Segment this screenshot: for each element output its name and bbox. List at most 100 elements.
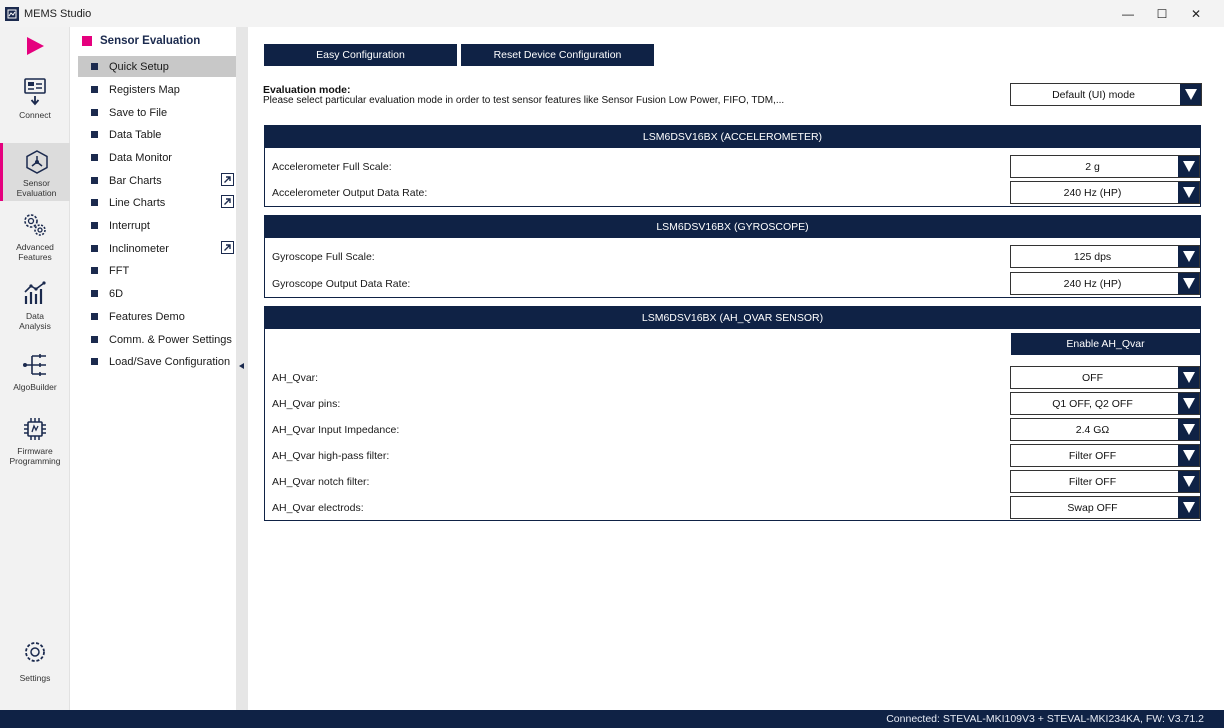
menu-item-interrupt[interactable]: Interrupt [78,215,236,236]
rail-item-firmware-programming[interactable]: Firmware Programming [0,415,70,475]
gyro-odr-dropdown[interactable]: 240 Hz (HP) [1010,272,1200,295]
dropdown-value: OFF [1082,371,1103,384]
rail-item-algobuilder[interactable]: AlgoBuilder [0,351,70,399]
chevron-down-icon[interactable] [1178,246,1199,267]
gear-icon [25,642,45,662]
menu-header-label: Sensor Evaluation [100,35,201,47]
app-logo-icon [5,6,19,21]
dropdown-value: Default (UI) mode [1052,88,1135,101]
gyro-odr-label: Gyroscope Output Data Rate: [272,278,411,290]
rail-item-connect[interactable]: Connect [0,77,70,129]
rail-item-settings[interactable]: Settings [0,639,70,699]
menu-item-save-to-file[interactable]: Save to File [78,102,236,123]
ah-qvar-notch-dropdown[interactable]: Filter OFF [1010,470,1200,493]
menu-item-line-charts[interactable]: Line Charts [78,192,236,213]
dropdown-value: Q1 OFF, Q2 OFF [1052,397,1133,410]
title-bar: MEMS Studio — ☐ ✕ [0,0,1224,27]
ah-qvar-pins-dropdown[interactable]: Q1 OFF, Q2 OFF [1010,392,1200,415]
menu-item-6d[interactable]: 6D [78,283,236,304]
menu-header: Sensor Evaluation [82,35,200,47]
algobuilder-icon [23,354,46,376]
enable-ah-qvar-button[interactable]: Enable AH_Qvar [1011,333,1200,355]
menu-item-label: Quick Setup [109,60,169,73]
chevron-down-icon[interactable] [1180,84,1201,105]
close-button[interactable]: ✕ [1179,0,1213,27]
ah-qvar-dropdown[interactable]: OFF [1010,366,1200,389]
accel-odr-label: Accelerometer Output Data Rate: [272,187,428,199]
ah-qvar-notch-label: AH_Qvar notch filter: [272,476,370,488]
panel-title: LSM6DSV16BX (GYROSCOPE) [265,216,1200,238]
menu-item-comm-power-settings[interactable]: Comm. & Power Settings [78,329,236,350]
reset-device-configuration-button[interactable]: Reset Device Configuration [461,44,654,66]
dropdown-value: 240 Hz (HP) [1063,186,1122,199]
menu-item-label: Interrupt [109,219,150,232]
menu-collapse-handle[interactable] [236,27,248,710]
connection-status: Connected: STEVAL-MKI109V3 + STEVAL-MKI2… [886,713,1204,725]
gyro-full-scale-dropdown[interactable]: 125 dps [1010,245,1200,268]
accelerometer-panel: LSM6DSV16BX (ACCELEROMETER) Acceleromete… [264,125,1201,207]
dropdown-value: 125 dps [1073,250,1112,263]
rail-label-algobuilder: AlgoBuilder [13,382,57,392]
menu-item-label: Data Table [109,128,162,141]
chevron-down-icon[interactable] [1178,367,1199,388]
rail-item-advanced-features[interactable]: Advanced Features [0,211,70,267]
menu-item-label: Data Monitor [109,151,172,164]
rail-label-connect: Connect [19,110,51,120]
dropdown-value: 240 Hz (HP) [1063,277,1122,290]
rail-label-data-analysis: Data Analysis [19,311,51,331]
menu-item-inclinometer[interactable]: Inclinometer [78,238,236,259]
dropdown-value: Swap OFF [1067,501,1118,514]
accel-full-scale-dropdown[interactable]: 2 g [1010,155,1200,178]
left-rail: Connect Sensor Evaluation Advanced Featu… [0,27,70,710]
easy-configuration-button[interactable]: Easy Configuration [264,44,457,66]
chevron-down-icon[interactable] [1178,182,1199,203]
menu-item-data-table[interactable]: Data Table [78,124,236,145]
panel-title: LSM6DSV16BX (AH_QVAR SENSOR) [265,307,1200,329]
open-external-icon[interactable] [221,195,234,208]
accel-odr-dropdown[interactable]: 240 Hz (HP) [1010,181,1200,204]
chevron-down-icon[interactable] [1178,471,1199,492]
gears-icon [24,214,46,236]
menu-item-label: 6D [109,287,124,300]
chevron-down-icon[interactable] [1178,419,1199,440]
evaluation-mode-dropdown[interactable]: Default (UI) mode [1010,83,1202,106]
ah-qvar-highpass-dropdown[interactable]: Filter OFF [1010,444,1200,467]
accel-full-scale-label: Accelerometer Full Scale: [272,161,392,173]
chevron-down-icon[interactable] [1178,393,1199,414]
rail-label-settings: Settings [19,673,51,683]
chevron-down-icon[interactable] [1178,497,1199,518]
chevron-down-icon[interactable] [1178,156,1199,177]
rail-item-sensor-evaluation[interactable]: Sensor Evaluation [0,143,70,201]
menu-item-fft[interactable]: FFT [78,260,236,281]
ah-qvar-label: AH_Qvar: [272,372,319,384]
menu-item-load-save-configuration[interactable]: Load/Save Configuration [78,351,236,372]
maximize-button[interactable]: ☐ [1145,0,1179,27]
rail-item-data-analysis[interactable]: Data Analysis [0,280,70,338]
menu-item-label: FFT [109,264,130,277]
run-button[interactable] [0,35,70,65]
menu-item-registers-map[interactable]: Registers Map [78,79,236,100]
menu-item-data-monitor[interactable]: Data Monitor [78,147,236,168]
menu-item-features-demo[interactable]: Features Demo [78,306,236,327]
window-title: MEMS Studio [24,7,92,20]
rail-label-firmware-programming: Firmware Programming [9,446,61,466]
menu-item-label: Load/Save Configuration [109,355,231,368]
ah-qvar-impedance-label: AH_Qvar Input Impedance: [272,424,400,436]
open-external-icon[interactable] [221,173,234,186]
sensor-evaluation-icon [25,150,48,174]
chevron-down-icon[interactable] [1178,273,1199,294]
open-external-icon[interactable] [221,241,234,254]
status-bar: Connected: STEVAL-MKI109V3 + STEVAL-MKI2… [0,710,1224,728]
menu-item-label: Comm. & Power Settings [109,333,232,346]
ah-qvar-impedance-dropdown[interactable]: 2.4 GΩ [1010,418,1200,441]
ah-qvar-panel: LSM6DSV16BX (AH_QVAR SENSOR) Enable AH_Q… [264,306,1201,521]
menu-item-bar-charts[interactable]: Bar Charts [78,170,236,191]
ah-qvar-electrods-dropdown[interactable]: Swap OFF [1010,496,1200,519]
rail-label-sensor-evaluation: Sensor Evaluation [16,178,57,198]
minimize-button[interactable]: — [1111,0,1145,27]
data-analysis-icon [24,281,46,304]
chevron-down-icon[interactable] [1178,445,1199,466]
menu-item-quick-setup[interactable]: Quick Setup [78,56,236,77]
dropdown-value: Filter OFF [1068,475,1117,488]
ah-qvar-pins-label: AH_Qvar pins: [272,398,341,410]
